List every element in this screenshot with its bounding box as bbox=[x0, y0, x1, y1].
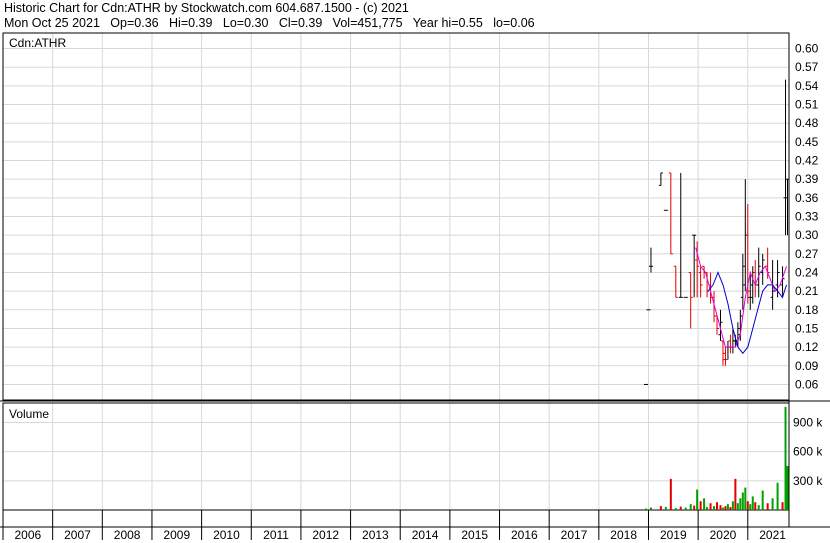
chart-frame bbox=[0, 32, 830, 528]
x-tick-label: 2009 bbox=[163, 528, 190, 542]
y-tick-label: 0.21 bbox=[795, 284, 819, 298]
y-tick-label: 0.45 bbox=[795, 135, 819, 149]
y-tick-label: 0.60 bbox=[795, 42, 819, 56]
y-tick-label: 0.09 bbox=[795, 359, 819, 373]
x-tick-label: 2011 bbox=[263, 528, 289, 542]
y-tick-label: 0.39 bbox=[795, 172, 819, 186]
y-tick-label: 0.30 bbox=[795, 228, 819, 242]
grid bbox=[2, 33, 789, 510]
x-tick-label: 2019 bbox=[660, 528, 687, 542]
x-tick-label: 2012 bbox=[312, 528, 339, 542]
price-panel-label: Cdn:ATHR bbox=[9, 36, 66, 50]
x-tick-label: 2014 bbox=[412, 528, 439, 542]
y-tick-label: 0.51 bbox=[795, 98, 819, 112]
x-tick-label: 2021 bbox=[759, 528, 786, 542]
x-tick-label: 2016 bbox=[511, 528, 538, 542]
x-tick-label: 2008 bbox=[114, 528, 141, 542]
y-tick-label: 0.27 bbox=[795, 247, 819, 261]
y-tick-label: 0.54 bbox=[795, 79, 819, 93]
x-tick-label: 2013 bbox=[362, 528, 389, 542]
x-tick-label: 2010 bbox=[213, 528, 240, 542]
y-tick-label: 0.42 bbox=[795, 154, 819, 168]
x-tick-label: 2007 bbox=[64, 528, 91, 542]
y-tick-label: 0.12 bbox=[795, 340, 819, 354]
y-tick-label: 0.24 bbox=[795, 265, 819, 279]
stock-chart: 0.60 0.57 0.54 0.51 0.48 0.45 0.42 0.39 0.36 0.33… bbox=[0, 32, 830, 542]
y-tick-label: 0.18 bbox=[795, 303, 819, 317]
volume-tick-label: 900 k bbox=[793, 415, 823, 429]
y-tick-label: 0.15 bbox=[795, 321, 819, 335]
x-tick-label: 2020 bbox=[710, 528, 737, 542]
volume-panel-label: Volume bbox=[9, 407, 49, 421]
y-tick-label: 0.48 bbox=[795, 116, 819, 130]
y-tick-label: 0.57 bbox=[795, 60, 819, 74]
y-tick-label: 0.06 bbox=[795, 377, 819, 391]
x-tick-label: 2015 bbox=[461, 528, 488, 542]
price-plot bbox=[644, 79, 790, 385]
x-tick-label: 2006 bbox=[14, 528, 41, 542]
x-tick-label: 2018 bbox=[610, 528, 637, 542]
volume-tick-label: 600 k bbox=[793, 445, 823, 459]
y-tick-label: 0.36 bbox=[795, 191, 819, 205]
volume-tick-label: 300 k bbox=[793, 474, 823, 488]
y-tick-label: 0.33 bbox=[795, 210, 819, 224]
x-tick-label: 2017 bbox=[561, 528, 588, 542]
